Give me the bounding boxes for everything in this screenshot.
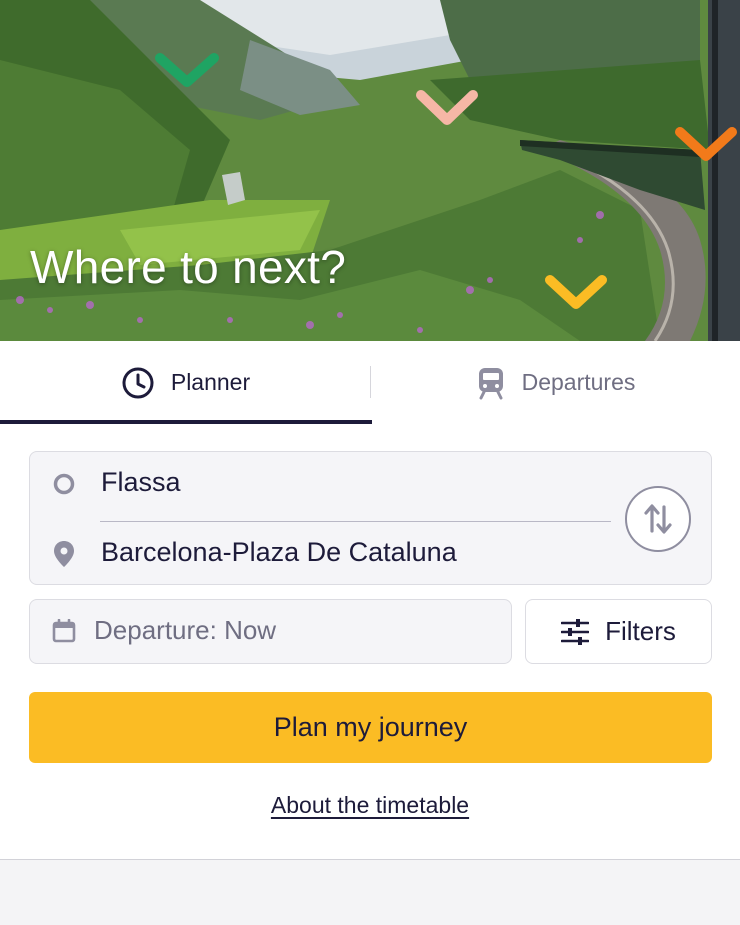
clock-icon bbox=[122, 367, 154, 398]
filters-label: Filters bbox=[605, 616, 676, 646]
origin-circle-icon bbox=[53, 473, 75, 495]
tab-departures[interactable]: Departures bbox=[371, 341, 740, 424]
swap-route-button[interactable] bbox=[625, 486, 691, 552]
tab-bar: Planner Departures bbox=[0, 341, 740, 424]
about-timetable-link-row: About the timetable bbox=[0, 792, 740, 819]
about-timetable-link[interactable]: About the timetable bbox=[271, 792, 469, 818]
destination-field[interactable]: Barcelona-Plaza De Cataluna bbox=[101, 537, 457, 568]
filters-button[interactable]: Filters bbox=[525, 599, 712, 664]
plan-journey-button[interactable]: Plan my journey bbox=[29, 692, 712, 763]
tab-planner[interactable]: Planner bbox=[0, 341, 371, 424]
swap-vertical-icon bbox=[644, 504, 672, 534]
origin-field[interactable]: Flassa bbox=[101, 467, 181, 498]
hero-banner: Where to next? bbox=[0, 0, 740, 341]
bottom-divider bbox=[0, 859, 740, 860]
hero-title: Where to next? bbox=[30, 241, 347, 293]
departure-time-label: Departure: Now bbox=[94, 615, 277, 645]
sliders-icon bbox=[561, 618, 590, 645]
location-pin-icon bbox=[54, 541, 74, 567]
tab-planner-label: Planner bbox=[170, 369, 251, 395]
plan-journey-label: Plan my journey bbox=[273, 712, 468, 742]
active-tab-indicator bbox=[0, 420, 372, 424]
route-separator bbox=[100, 521, 611, 522]
train-icon bbox=[478, 367, 503, 399]
tab-departures-label: Departures bbox=[521, 369, 636, 395]
calendar-icon bbox=[52, 619, 76, 643]
